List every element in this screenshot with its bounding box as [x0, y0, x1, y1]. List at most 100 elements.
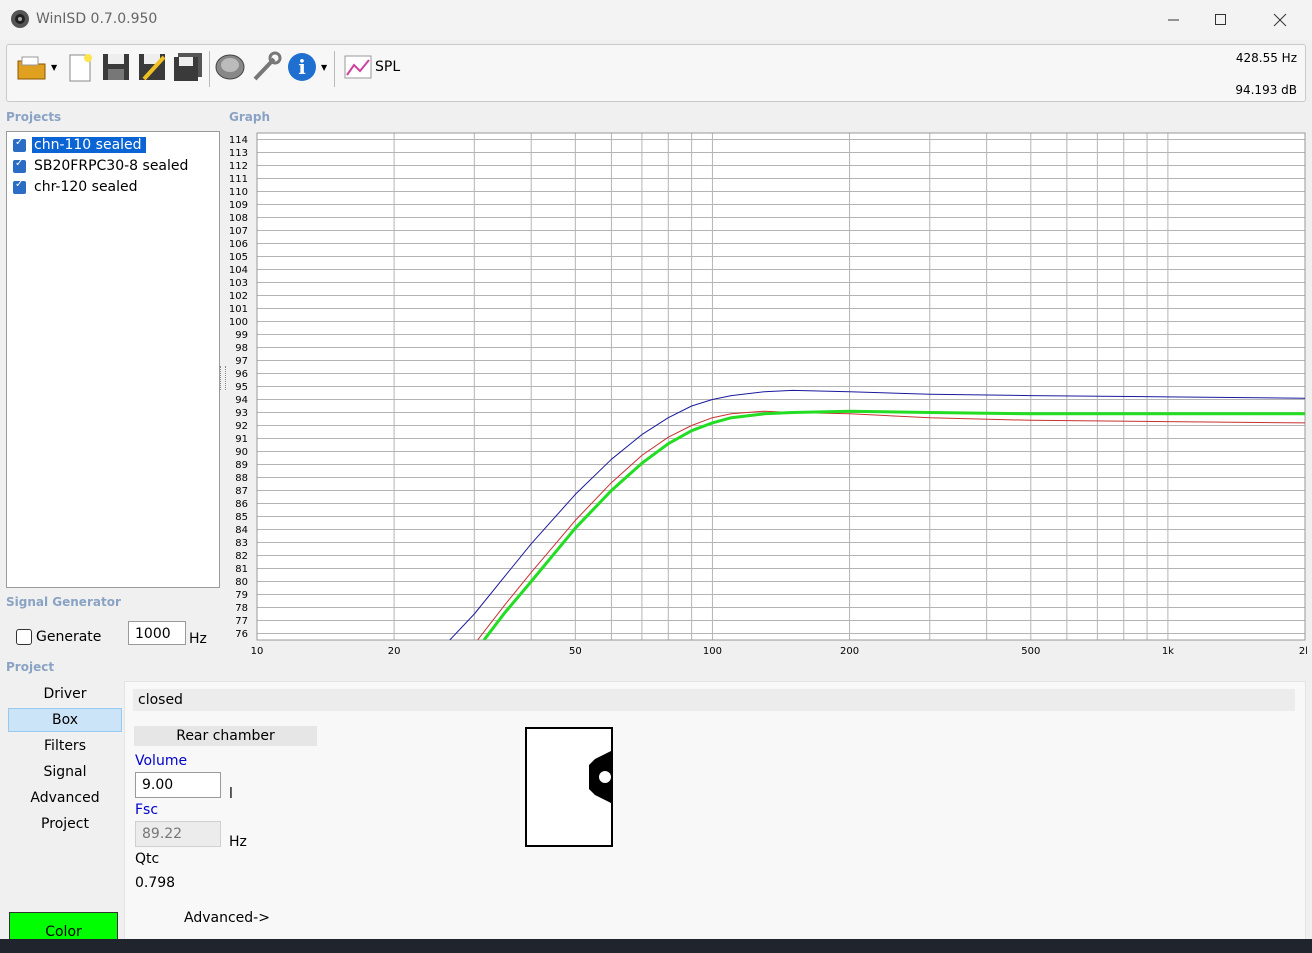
driver-database-button[interactable] — [213, 50, 247, 84]
x-tick-label: 100 — [703, 646, 722, 657]
x-tick-label: 20 — [388, 646, 401, 657]
y-tick-label: 92 — [235, 421, 248, 432]
y-tick-label: 82 — [235, 551, 248, 562]
tools-button[interactable] — [249, 50, 283, 84]
close-button[interactable] — [1257, 0, 1303, 40]
save-button[interactable] — [99, 50, 133, 84]
open-button[interactable] — [15, 50, 49, 84]
box-panel — [124, 681, 1306, 943]
y-tick-label: 112 — [229, 161, 248, 172]
x-tick-label: 1k — [1162, 646, 1174, 657]
spl-graph-icon — [344, 55, 372, 79]
project-item[interactable]: SB20FRPC30-8 sealed — [9, 156, 217, 176]
y-tick-label: 78 — [235, 603, 248, 614]
project-checkbox[interactable] — [13, 158, 26, 173]
spl-graph-button[interactable] — [341, 50, 375, 84]
save-icon — [103, 54, 129, 80]
y-tick-label: 76 — [235, 629, 248, 640]
y-tick-label: 91 — [235, 434, 248, 445]
y-tick-label: 79 — [235, 590, 248, 601]
volume-input[interactable]: 9.00 — [135, 772, 221, 798]
cursor-frequency-readout: 428.55 Hz — [1235, 51, 1297, 65]
project-item[interactable]: chr-120 sealed — [9, 177, 217, 197]
project-label: SB20FRPC30-8 sealed — [34, 158, 189, 174]
project-checkbox[interactable] — [13, 137, 26, 152]
info-icon: i — [288, 53, 316, 81]
fsc-field: 89.22 — [135, 821, 221, 847]
save-all-button[interactable] — [171, 50, 205, 84]
generator-frequency-unit: Hz — [189, 631, 207, 647]
open-dropdown-arrow[interactable]: ▼ — [51, 63, 59, 72]
window-title: WinISD 0.7.0.950 — [36, 11, 158, 27]
project-section-label: Project — [6, 660, 55, 674]
y-tick-label: 103 — [229, 278, 248, 289]
y-tick-label: 93 — [235, 408, 248, 419]
generate-checkbox[interactable] — [16, 629, 32, 645]
box-type-selector[interactable]: closed — [133, 689, 1295, 711]
info-button[interactable]: i — [285, 50, 319, 84]
fsc-label: Fsc — [135, 802, 159, 818]
nav-driver[interactable]: Driver — [8, 682, 122, 706]
x-tick-label: 200 — [840, 646, 859, 657]
projects-list[interactable]: chn-110 sealed SB20FRPC30-8 sealed chr-1… — [6, 131, 220, 588]
y-tick-label: 106 — [229, 239, 248, 250]
save-as-icon — [139, 54, 166, 81]
y-tick-label: 105 — [229, 252, 248, 263]
svg-text:i: i — [298, 55, 306, 79]
color-button[interactable]: Color — [9, 912, 118, 942]
qtc-label: Qtc — [135, 851, 160, 867]
advanced-link[interactable]: Advanced-> — [184, 910, 270, 926]
toolbar-separator — [209, 51, 210, 87]
rear-chamber-header: Rear chamber — [134, 726, 317, 746]
project-item[interactable]: chn-110 sealed — [9, 135, 217, 155]
y-tick-label: 84 — [235, 525, 248, 536]
nav-filters[interactable]: Filters — [8, 734, 122, 758]
y-tick-label: 114 — [229, 135, 248, 146]
maximize-icon — [1215, 14, 1226, 25]
save-as-button[interactable] — [135, 50, 169, 84]
x-tick-label: 2k — [1299, 646, 1307, 657]
y-tick-label: 104 — [229, 265, 248, 276]
y-tick-label: 81 — [235, 564, 248, 575]
y-tick-label: 80 — [235, 577, 248, 588]
y-tick-label: 99 — [235, 330, 248, 341]
spl-chart: 76 77 78 79 80 81 82 83 84 85 86 87 88 89 90 91 92 93 94 95… — [229, 132, 1307, 657]
y-tick-label: 89 — [235, 460, 248, 471]
y-tick-label: 111 — [229, 174, 248, 185]
x-tick-label: 500 — [1021, 646, 1040, 657]
open-icon — [17, 56, 46, 80]
y-tick-label: 95 — [235, 382, 248, 393]
y-tick-label: 108 — [229, 213, 248, 224]
info-dropdown-arrow[interactable]: ▼ — [321, 63, 329, 72]
spl-graph[interactable]: 76 77 78 79 80 81 82 83 84 85 86 87 88 89 90 91 92 93 94 95… — [227, 131, 1307, 661]
project-checkbox[interactable] — [13, 179, 26, 194]
tools-icon — [253, 51, 282, 81]
generate-label: Generate — [36, 629, 102, 645]
nav-signal[interactable]: Signal — [8, 760, 122, 784]
nav-project[interactable]: Project — [8, 812, 122, 836]
y-tick-label: 110 — [229, 187, 248, 198]
new-project-button[interactable] — [63, 50, 97, 84]
maximize-button[interactable] — [1198, 0, 1244, 40]
y-tick-label: 97 — [235, 356, 248, 367]
minimize-icon — [1168, 19, 1179, 21]
project-label: chr-120 sealed — [34, 179, 138, 195]
minimize-button[interactable] — [1151, 0, 1197, 40]
panel-splitter[interactable] — [220, 366, 226, 390]
toolbar-separator — [334, 51, 335, 87]
title-bar: WinISD 0.7.0.950 — [0, 0, 1312, 40]
spl-graph-label[interactable]: SPL — [375, 59, 400, 75]
volume-label: Volume — [135, 753, 188, 769]
cursor-db-readout: 94.193 dB — [1235, 83, 1297, 97]
y-tick-label: 85 — [235, 512, 248, 523]
fsc-unit: Hz — [229, 834, 247, 850]
projects-section-label: Projects — [6, 110, 62, 124]
y-tick-label: 98 — [235, 343, 248, 354]
y-tick-label: 87 — [235, 486, 248, 497]
nav-box[interactable]: Box — [8, 708, 122, 732]
driver-db-icon — [215, 54, 245, 80]
y-tick-label: 107 — [229, 226, 248, 237]
generator-frequency-input[interactable]: 1000 — [128, 621, 186, 645]
close-icon — [1273, 13, 1287, 27]
nav-advanced[interactable]: Advanced — [8, 786, 122, 810]
